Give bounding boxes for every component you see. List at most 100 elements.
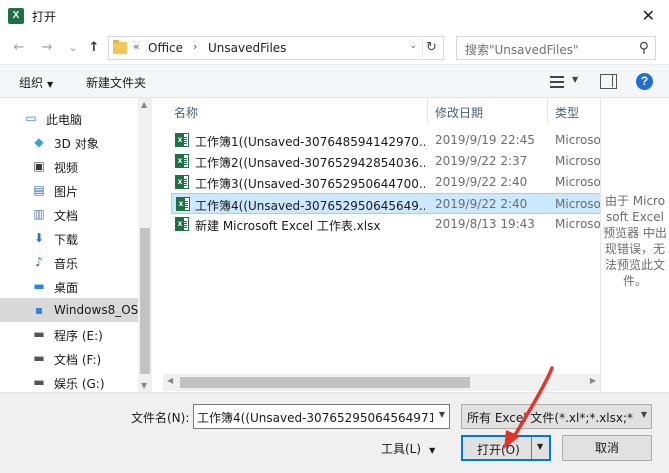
address-row: ← → ⌄ ↑ « Office › UnsavedFiles ⌄ ↻ 搜索"U… [0, 32, 669, 64]
help-icon[interactable]: ? [636, 73, 653, 90]
filename-input[interactable]: 工作簿4((Unsaved-307652950645649719) ▼ [193, 404, 450, 429]
nav-label: 娱乐 (G:) [54, 377, 105, 391]
scroll-up-icon[interactable]: ▲ [141, 100, 147, 109]
column-header-name[interactable]: 名称 ^ [163, 98, 427, 124]
view-dropdown-icon[interactable]: ▼ [572, 75, 578, 84]
sort-ascending-icon: ^ [293, 98, 301, 105]
file-row[interactable]: 新建 Microsoft Excel 工作表.xlsx 2019/8/13 19… [171, 214, 600, 235]
preview-error-message: 由于 Microsoft Excel 预览器 中出现错误，无法预览此文件。 [603, 194, 667, 288]
nav-item-desktop[interactable]: ▬ 桌面 [0, 274, 138, 298]
address-dropdown-icon[interactable]: ⌄ [409, 41, 417, 51]
nav-label: 3D 对象 [54, 137, 99, 151]
search-icon[interactable]: ⚲ [639, 40, 649, 56]
nav-item-downloads[interactable]: ⬇ 下载 [0, 226, 138, 250]
chevron-down-icon: ▼ [429, 446, 436, 455]
nav-item-drive-e[interactable]: ▬ 程序 (E:) [0, 322, 138, 346]
folder-icon [113, 40, 127, 54]
file-row[interactable]: 工作簿2((Unsaved-307652942854036... 2019/9/… [171, 151, 600, 172]
file-name: 工作簿2((Unsaved-307652942854036... [195, 156, 425, 170]
address-bar[interactable]: « Office › UnsavedFiles ⌄ ↻ [108, 36, 444, 60]
new-folder-button[interactable]: 新建文件夹 [86, 74, 146, 91]
nav-label: 下载 [54, 233, 79, 247]
file-row[interactable]: 工作簿1((Unsaved-307648594142970... 2019/9/… [171, 130, 600, 151]
open-button[interactable]: 打开(O) ▼ [461, 435, 551, 461]
preview-pane-icon[interactable] [600, 74, 617, 89]
cancel-button[interactable]: 取消 [562, 435, 652, 461]
tools-button[interactable]: 工具(L) ▼ [381, 440, 435, 457]
forward-arrow-icon[interactable]: → [38, 38, 56, 58]
nav-label: 音乐 [54, 257, 79, 271]
file-date: 2019/9/22 2:37 [435, 154, 528, 168]
nav-item-videos[interactable]: ▣ 视频 [0, 154, 138, 178]
breadcrumb-unsavedfiles[interactable]: UnsavedFiles [208, 41, 286, 55]
filename-label: 文件名(N): [131, 411, 190, 425]
file-date: 2019/9/22 2:40 [435, 175, 528, 189]
file-name: 新建 Microsoft Excel 工作表.xlsx [195, 219, 381, 233]
scroll-down-icon[interactable]: ▼ [141, 381, 147, 390]
scroll-right-icon[interactable]: ▶ [590, 376, 596, 385]
nav-label: 图片 [54, 185, 79, 199]
command-toolbar: 组织 ▼ 新建文件夹 ▼ ? [0, 64, 669, 98]
file-row[interactable]: 工作簿3((Unsaved-307652950644700... 2019/9/… [171, 172, 600, 193]
column-header-type[interactable]: 类型 [547, 98, 600, 124]
drive-icon: ▬ [33, 351, 45, 365]
search-input[interactable]: 搜索"UnsavedFiles" ⚲ [456, 36, 656, 60]
back-arrow-icon[interactable]: ← [10, 38, 28, 58]
nav-item-drive-f[interactable]: ▬ 文档 (F:) [0, 346, 138, 370]
file-date: 2019/9/19 22:45 [435, 133, 535, 147]
documents-icon: ▥ [33, 207, 45, 221]
excel-file-icon [175, 133, 189, 147]
filename-value: 工作簿4((Unsaved-307652950645649719) [197, 411, 433, 425]
excel-file-icon [175, 175, 189, 189]
excel-file-icon [176, 197, 190, 211]
window-title: 打开 [32, 10, 57, 24]
organize-button[interactable]: 组织 ▼ [19, 74, 53, 91]
nav-label: 文档 (F:) [54, 353, 102, 367]
file-type: Microso [555, 197, 600, 211]
navigation-pane: ▭ 此电脑 ◆ 3D 对象 ▣ 视频 ▤ 图片 ▥ 文档 ⬇ 下载 ♪ 音乐 ▬… [0, 98, 152, 392]
nav-scroll-thumb[interactable] [140, 228, 150, 374]
breadcrumb-office[interactable]: Office [148, 41, 183, 55]
close-icon[interactable]: ✕ [642, 6, 655, 25]
tools-label: 工具(L) [381, 442, 422, 456]
split-divider [531, 437, 532, 459]
scroll-left-icon[interactable]: ◀ [167, 376, 173, 385]
desktop-icon: ▬ [33, 279, 45, 293]
excel-file-icon [175, 217, 189, 231]
excel-app-icon: X [8, 8, 24, 24]
horizontal-scroll-thumb[interactable] [180, 377, 470, 388]
nav-item-documents[interactable]: ▥ 文档 [0, 202, 138, 226]
open-options-dropdown-icon[interactable]: ▼ [537, 442, 543, 451]
video-icon: ▣ [33, 159, 45, 173]
up-arrow-icon[interactable]: ↑ [85, 38, 103, 58]
column-modified-label: 修改日期 [435, 106, 484, 120]
file-date: 2019/8/13 19:43 [435, 217, 535, 231]
preview-pane: 由于 Microsoft Excel 预览器 中出现错误，无法预览此文件。 [600, 98, 669, 392]
file-name: 工作簿3((Unsaved-307652950644700... [195, 177, 425, 191]
breadcrumb-separator-icon[interactable]: › [193, 40, 197, 53]
chevron-down-icon[interactable]: ▼ [439, 410, 445, 419]
recent-locations-icon[interactable]: ⌄ [64, 38, 82, 58]
pictures-icon: ▤ [33, 183, 45, 197]
nav-item-pictures[interactable]: ▤ 图片 [0, 178, 138, 202]
column-header-modified[interactable]: 修改日期 [427, 98, 547, 124]
nav-scrollbar[interactable]: ▲ ▼ [138, 98, 152, 392]
nav-label: 文档 [54, 209, 79, 223]
horizontal-scrollbar[interactable]: ◀ ▶ [163, 374, 600, 391]
view-options-icon[interactable] [550, 76, 564, 88]
nav-item-3d-objects[interactable]: ◆ 3D 对象 [0, 130, 138, 154]
filetype-select[interactable]: 所有 Excel 文件(*.xl*;*.xlsx;*.xl ▼ [461, 404, 652, 429]
excel-file-icon [175, 154, 189, 168]
refresh-icon[interactable]: ↻ [422, 39, 440, 57]
overflow-chevron-icon[interactable]: « [133, 40, 140, 53]
chevron-down-icon: ▼ [47, 80, 54, 89]
file-row-selected[interactable]: 工作簿4((Unsaved-307652950645649... 2019/9/… [171, 193, 600, 214]
filetype-value: 所有 Excel 文件(*.xl*;*.xlsx;*.xl [467, 411, 633, 425]
nav-item-music[interactable]: ♪ 音乐 [0, 250, 138, 274]
nav-item-drive-g[interactable]: ▬ 娱乐 (G:) [0, 370, 138, 392]
nav-item-this-pc[interactable]: ▭ 此电脑 [0, 106, 138, 130]
computer-icon: ▭ [25, 111, 37, 125]
dialog-footer: 文件名(N): 工作簿4((Unsaved-307652950645649719… [0, 392, 669, 473]
file-type: Microso [555, 217, 600, 231]
nav-item-windows8-os[interactable]: ▪ Windows8_OS [0, 298, 138, 322]
